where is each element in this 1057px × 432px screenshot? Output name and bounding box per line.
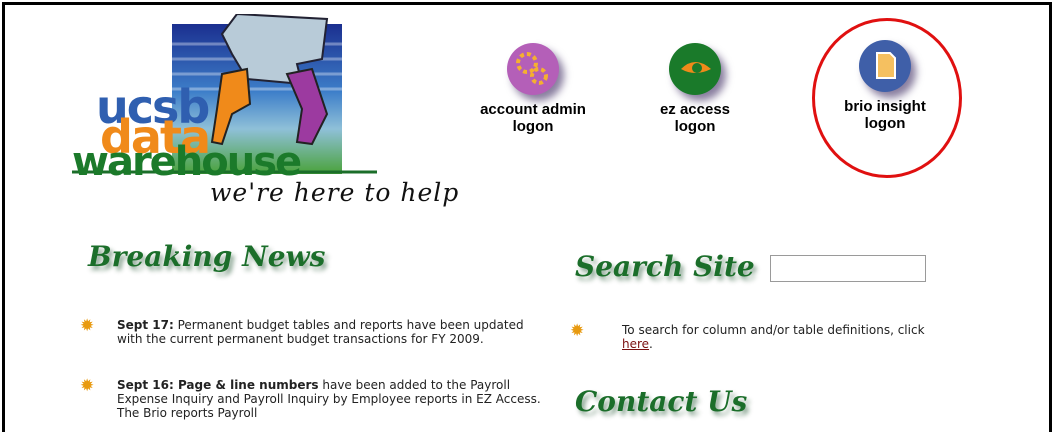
tagline: we're here to help [210,178,460,207]
ez-access-label-line2: logon [674,118,716,135]
logo-word-warehouse: warehouse [72,139,302,185]
ez-access-logon-button[interactable]: ez access logon [635,43,755,135]
eye-icon [669,43,721,95]
account-admin-label-line1: account admin [480,101,586,118]
news-item: ✹ Sept 17: Permanent budget tables and r… [80,316,550,347]
sun-bullet-icon: ✹ [570,321,585,341]
here-link[interactable]: here [622,337,649,351]
search-input[interactable] [770,255,926,282]
search-site-heading: Search Site [575,250,755,283]
ez-access-label-line1: ez access [659,101,731,118]
contact-us-heading: Contact Us [575,385,748,418]
search-help-text: To search for column and/or table defini… [622,323,925,337]
account-admin-label-line2: logon [512,118,554,135]
news-item-date: Sept 16: Page & line numbers [117,378,319,392]
news-item: ✹ Sept 16: Page & line numbers have been… [80,376,550,421]
breaking-news-heading: Breaking News [88,240,326,273]
sun-bullet-icon: ✹ [80,376,95,396]
news-item-date: Sept 17: [117,318,174,332]
highlight-circle [812,18,962,178]
sun-bullet-icon: ✹ [80,316,95,336]
news-item-text: Permanent budget tables and reports have… [117,318,524,346]
account-admin-logon-button[interactable]: account admin logon [463,43,603,135]
search-help-item: ✹ To search for column and/or table defi… [570,321,950,352]
search-help-period: . [649,337,653,351]
gears-icon [507,43,559,95]
